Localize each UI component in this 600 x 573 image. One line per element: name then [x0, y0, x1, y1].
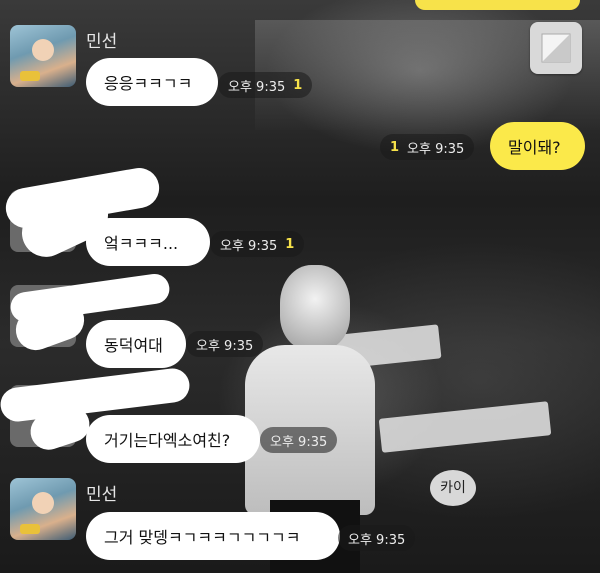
message-time: 오후 9:35	[196, 338, 254, 354]
message-text: 엌ㅋㅋㅋ...	[104, 234, 179, 253]
message-text: 응응ㅋㅋㄱㅋ	[104, 74, 193, 93]
image-icon-glyph	[541, 33, 571, 63]
message-bubble[interactable]: 동덕여대	[86, 320, 186, 368]
fan-sign: 카이	[430, 470, 476, 506]
message-time: 오후 9:35	[220, 238, 278, 254]
message-meta: 1 오후 9:35	[380, 134, 475, 160]
message-time: 오후 9:35	[407, 141, 465, 157]
sender-name: 민선	[86, 32, 118, 52]
top-notification-pill[interactable]	[415, 0, 580, 10]
message-meta: 오후 9:35	[338, 525, 416, 551]
message-time: 오후 9:35	[348, 532, 406, 548]
unread-count: 1	[390, 139, 400, 155]
performer-head	[280, 265, 350, 350]
unread-count: 1	[285, 236, 295, 252]
avatar[interactable]	[10, 25, 76, 87]
unread-count: 1	[293, 77, 303, 93]
message-time: 오후 9:35	[270, 434, 328, 450]
message-time: 오후 9:35	[228, 79, 286, 95]
message-text: 거기는다엑소여친?	[104, 431, 231, 450]
message-meta: 오후 9:35	[186, 331, 264, 357]
message-bubble[interactable]: 응응ㅋㅋㄱㅋ	[86, 58, 218, 106]
message-bubble[interactable]: 엌ㅋㅋㅋ...	[86, 218, 210, 266]
message-meta: 오후 9:35	[260, 427, 338, 453]
message-meta: 오후 9:35 1	[210, 231, 305, 257]
message-bubble-mine[interactable]: 말이돼?	[490, 122, 585, 170]
avatar[interactable]	[10, 478, 76, 540]
message-text: 동덕여대	[104, 336, 163, 355]
message-meta: 오후 9:35 1	[218, 72, 313, 98]
message-text: 그거 맞뎅ㅋㄱㅋㅋㄱㄱㄱㄱㅋ	[104, 528, 301, 547]
message-bubble[interactable]: 그거 맞뎅ㅋㄱㅋㅋㄱㄱㄱㄱㅋ	[86, 512, 340, 560]
message-bubble[interactable]: 거기는다엑소여친?	[86, 415, 260, 463]
sender-name: 민선	[86, 485, 118, 505]
image-icon[interactable]	[530, 22, 582, 74]
message-text: 말이돼?	[508, 138, 561, 157]
